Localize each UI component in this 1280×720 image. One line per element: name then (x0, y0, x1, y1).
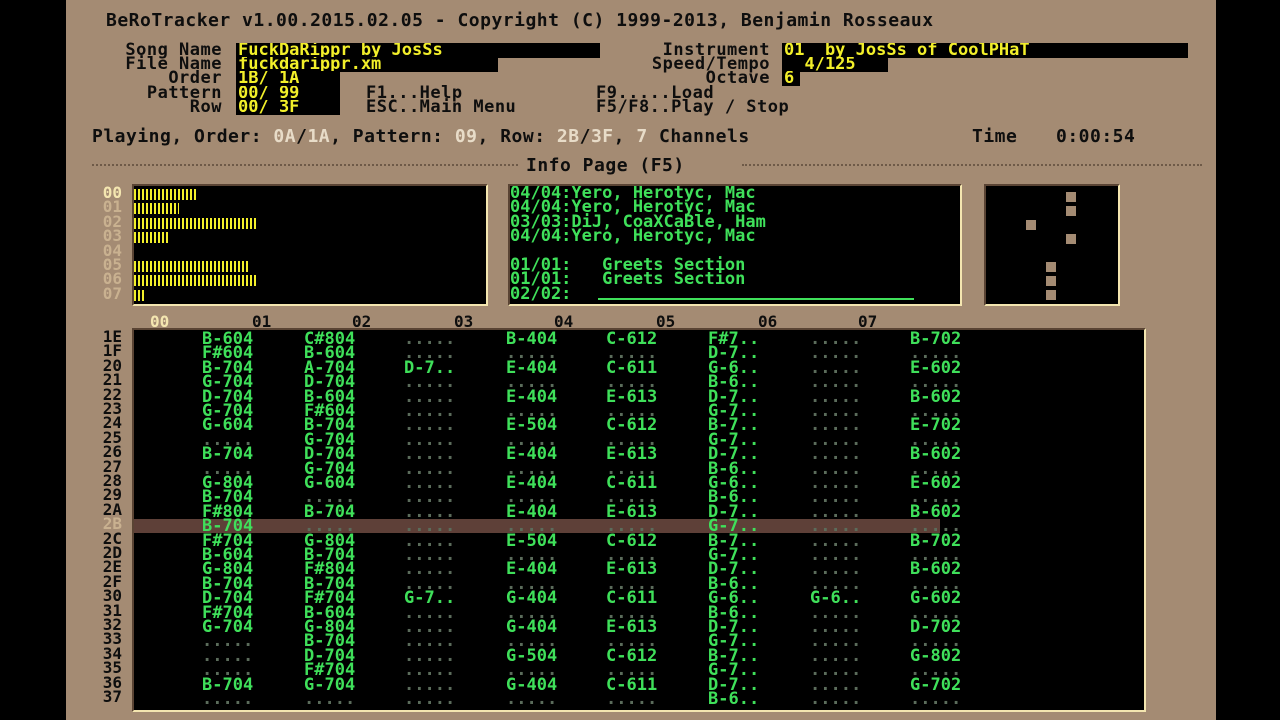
scope-dot (1066, 234, 1076, 244)
scope-dot (1046, 276, 1056, 286)
channel-header[interactable]: 02 (352, 314, 371, 330)
row-field[interactable]: 00/ 3F (236, 100, 340, 115)
order-field[interactable]: 1B/ 1A (236, 71, 340, 86)
channel-header[interactable]: 06 (758, 314, 777, 330)
pattern-cell[interactable]: ..... (304, 690, 355, 707)
main-menu-key-hint[interactable]: ESC..Main Menu (366, 99, 516, 116)
info-underline (598, 298, 914, 300)
pattern-field[interactable]: 00/ 99 (236, 86, 340, 101)
vu-bar (134, 203, 179, 215)
pattern-cell[interactable]: ..... (606, 690, 657, 707)
vu-bar (134, 275, 256, 287)
pattern-editor[interactable]: B-604 C#804..... B-404 C-612 F#7....... B-702… (132, 328, 1146, 712)
speed-tempo-field[interactable]: 4/125 (782, 57, 888, 72)
time-value: 0:00:54 (1056, 126, 1136, 147)
play-stop-key-hint[interactable]: F5/F8..Play / Stop (596, 99, 789, 116)
vu-bar (134, 217, 258, 229)
pattern-cell[interactable]: B-6.. (708, 690, 759, 707)
file-name-field[interactable]: fuckdarippr.xm (236, 57, 498, 72)
vu-bar (134, 261, 248, 272)
tracker-screen: BeRoTracker v1.00.2015.02.05 - Copyright… (66, 0, 1216, 720)
channel-header[interactable]: 04 (554, 314, 573, 330)
info-panel: 04/04:Yero, Herotyc, Mac 04/04:Yero, Hero… (508, 184, 962, 306)
divider-right (742, 164, 1202, 166)
divider-left (92, 164, 518, 166)
app-title: BeRoTracker v1.00.2015.02.05 - Copyright… (106, 10, 934, 31)
playing-status: Playing, Order: 0A/1A, Pattern: 09, Row:… (92, 126, 750, 147)
vu-bar (134, 232, 170, 244)
channel-header[interactable]: 05 (656, 314, 675, 330)
channel-header[interactable]: 01 (252, 314, 271, 330)
time-label: Time (972, 126, 1018, 147)
vu-bar (134, 289, 144, 301)
song-name-field[interactable]: FuckDaRippr by JosSs (236, 43, 600, 58)
octave-field[interactable]: 6 (782, 71, 800, 86)
pattern-cell[interactable]: ..... (202, 690, 253, 707)
scope-dot (1046, 290, 1056, 300)
pattern-cell[interactable]: ..... (810, 690, 861, 707)
info-line: 02/02: (510, 283, 572, 304)
scope-dot (1066, 206, 1076, 216)
pattern-cell[interactable]: ..... (506, 690, 557, 707)
row-label: Row (189, 97, 222, 117)
channel-header[interactable]: 07 (858, 314, 877, 330)
scope-dot (1026, 220, 1036, 230)
vu-meter-panel (132, 184, 488, 306)
scope-dot (1066, 192, 1076, 202)
info-line: 04/04:Yero, Herotyc, Mac (510, 226, 756, 247)
info-page-title: Info Page (F5) (526, 155, 685, 176)
pattern-cell[interactable]: ..... (910, 690, 961, 707)
channel-header[interactable]: 00 (150, 314, 169, 330)
vu-bar (134, 189, 198, 200)
vu-channel-number: 07 (102, 283, 122, 303)
row-label: 37 (102, 687, 122, 706)
channel-header[interactable]: 03 (454, 314, 473, 330)
instrument-field[interactable]: 01 by JosSs of CoolPHaT (782, 43, 1188, 58)
scope-dot (1046, 262, 1056, 272)
pattern-cell[interactable]: ..... (404, 690, 455, 707)
octave-label: Octave (705, 68, 770, 88)
scope-panel (984, 184, 1120, 306)
